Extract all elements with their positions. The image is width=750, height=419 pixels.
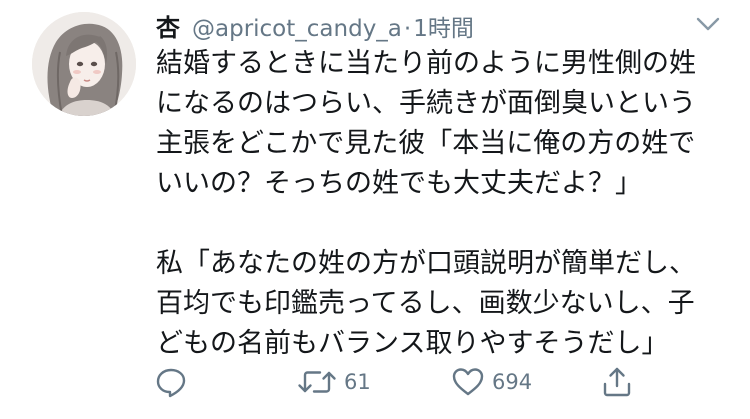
like-button[interactable]: 694 <box>450 362 532 402</box>
timestamp[interactable]: 1時間 <box>413 9 474 43</box>
retweet-count: 61 <box>344 370 371 394</box>
user-handle[interactable]: @apricot_candy_a <box>192 16 402 42</box>
share-icon <box>603 367 631 397</box>
retweet-button[interactable]: 61 <box>296 362 371 402</box>
display-name[interactable]: 杏 <box>156 8 180 43</box>
reply-button[interactable] <box>154 362 194 402</box>
chevron-down-icon <box>696 17 720 31</box>
tweet-text: 結婚するときに当たり前のように男性側の姓 になるのはつらい、手続きが面倒臭いとい… <box>156 44 726 364</box>
avatar[interactable] <box>32 12 136 116</box>
reply-icon <box>156 368 186 398</box>
retweet-icon <box>298 371 336 393</box>
more-options-button[interactable] <box>692 12 724 36</box>
tweet[interactable]: 杏 @apricot_candy_a · 1時間 結婚するときに当たり前のように… <box>0 0 750 419</box>
tweet-paragraph: 結婚するときに当たり前のように男性側の姓 になるのはつらい、手続きが面倒臭いとい… <box>156 48 696 199</box>
action-bar: 61 694 <box>0 362 750 402</box>
tweet-header: 杏 @apricot_candy_a · 1時間 <box>156 8 474 42</box>
share-button[interactable] <box>600 362 640 402</box>
heart-icon <box>452 368 484 396</box>
avatar-illustration <box>32 12 136 116</box>
header-separator: · <box>403 16 412 42</box>
tweet-paragraph: 私「あなたの姓の方が口頭説明が簡単だし、 百均でも印鑑売ってるし、画数少ないし、… <box>156 248 696 359</box>
like-count: 694 <box>492 370 533 394</box>
